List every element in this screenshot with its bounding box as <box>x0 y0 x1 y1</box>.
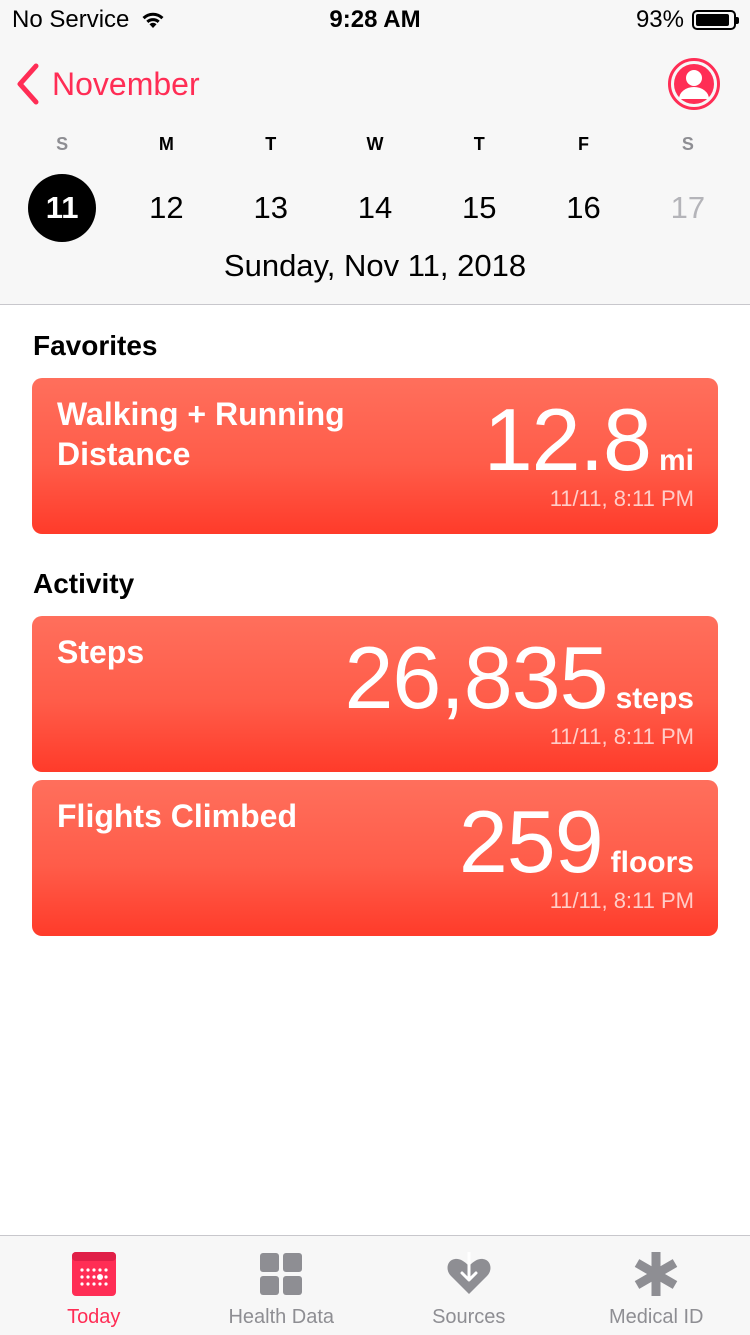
date-cell[interactable]: 15 <box>427 174 531 242</box>
back-button-label: November <box>52 66 200 103</box>
card-value-group: 259 floors <box>459 798 694 886</box>
card-unit: floors <box>611 846 694 880</box>
heart-download-icon <box>445 1250 493 1298</box>
tab-label: Sources <box>432 1306 505 1329</box>
weekday-label: T <box>219 134 323 155</box>
date-cell[interactable]: 16 <box>531 174 635 242</box>
date-cell[interactable]: 13 <box>219 174 323 242</box>
asterisk-icon <box>632 1250 680 1298</box>
tab-label: Health Data <box>228 1306 334 1329</box>
weekday-label: S <box>10 134 114 155</box>
steps-card[interactable]: Steps 26,835 steps 11/11, 8:11 PM <box>32 616 718 772</box>
date-cell[interactable]: 14 <box>323 174 427 242</box>
date-row: 11 12 13 14 15 16 17 <box>10 174 740 242</box>
battery-fill <box>696 14 729 26</box>
tab-label: Medical ID <box>609 1306 703 1329</box>
weekday-label: W <box>323 134 427 155</box>
favorites-heading: Favorites <box>33 330 158 362</box>
flights-climbed-card[interactable]: Flights Climbed 259 floors 11/11, 8:11 P… <box>32 780 718 936</box>
user-icon <box>673 63 715 105</box>
tab-medical-id[interactable]: Medical ID <box>563 1236 750 1335</box>
status-bar: No Service 9:28 AM 93% <box>0 0 750 40</box>
status-right: 93% <box>636 6 736 34</box>
weekday-label: T <box>427 134 531 155</box>
weekday-label: S <box>636 134 740 155</box>
card-timestamp: 11/11, 8:11 PM <box>550 486 694 512</box>
full-date: Sunday, Nov 11, 2018 <box>0 248 750 284</box>
card-value-group: 26,835 steps <box>344 634 694 722</box>
card-unit: mi <box>659 444 694 478</box>
card-title: Flights Climbed <box>57 796 297 836</box>
weekday-row: S M T W T F S <box>10 134 740 155</box>
card-value-group: 12.8 mi <box>484 396 694 484</box>
date-cell[interactable]: 11 <box>10 174 114 242</box>
date-cell: 17 <box>636 174 740 242</box>
walking-running-card[interactable]: Walking + Running Distance 12.8 mi 11/11… <box>32 378 718 534</box>
battery-icon <box>692 10 736 30</box>
date-cell[interactable]: 12 <box>114 174 218 242</box>
tab-bar: Today Health Data Sources Medical ID <box>0 1235 750 1335</box>
grid-icon <box>257 1250 305 1298</box>
chevron-left-icon <box>14 62 40 106</box>
battery-percent: 93% <box>636 6 684 34</box>
selected-date[interactable]: 11 <box>28 174 96 242</box>
weekday-label: M <box>114 134 218 155</box>
card-value: 26,835 <box>344 634 607 722</box>
card-unit: steps <box>616 682 694 716</box>
card-value: 12.8 <box>484 396 651 484</box>
tab-today[interactable]: Today <box>0 1236 188 1335</box>
tab-sources[interactable]: Sources <box>375 1236 563 1335</box>
activity-heading: Activity <box>33 568 134 600</box>
back-button[interactable]: November <box>14 62 200 106</box>
weekday-label: F <box>531 134 635 155</box>
calendar-icon <box>70 1250 118 1298</box>
calendar-header: November S M T W T F S 11 12 13 14 15 16… <box>0 40 750 305</box>
card-title: Walking + Running Distance <box>57 394 387 474</box>
card-value: 259 <box>459 798 603 886</box>
card-title: Steps <box>57 632 144 672</box>
tab-health-data[interactable]: Health Data <box>188 1236 376 1335</box>
card-timestamp: 11/11, 8:11 PM <box>550 888 694 914</box>
card-timestamp: 11/11, 8:11 PM <box>550 724 694 750</box>
tab-label: Today <box>67 1306 120 1329</box>
profile-button[interactable] <box>668 58 720 110</box>
